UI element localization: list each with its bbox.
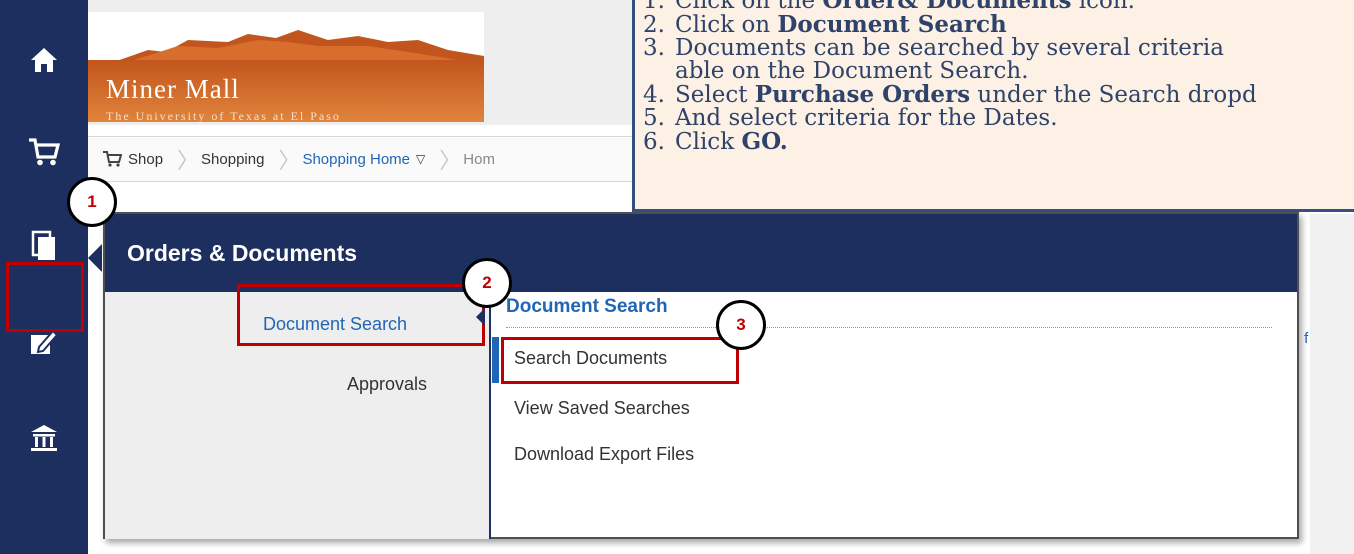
menu-approvals[interactable]: Approvals (347, 374, 427, 395)
breadcrumb-label: Hom (463, 150, 495, 168)
instruction-step: able on the Document Search. (643, 60, 1257, 83)
cart-icon[interactable] (22, 130, 66, 174)
breadcrumb-separator: 〉 (439, 148, 462, 173)
section-divider (506, 327, 1272, 328)
breadcrumb-shopping[interactable]: Shopping (187, 151, 278, 168)
miner-mall-logo[interactable]: Miner Mall The University of Texas at El… (88, 12, 484, 122)
step-number: 6. (643, 129, 665, 155)
section-title: Document Search (506, 296, 668, 317)
breadcrumb-label: Shopping (201, 150, 265, 168)
step-number: 2. (643, 12, 665, 38)
cart-icon (103, 151, 122, 167)
breadcrumb-shopping-home[interactable]: Shopping Home ▽ (288, 151, 439, 168)
step-bold: GO. (741, 128, 788, 155)
breadcrumb-separator: 〉 (177, 148, 200, 173)
active-item-indicator (492, 337, 499, 383)
flyout-pointer (88, 244, 102, 272)
step-number: 3. (643, 35, 665, 61)
breadcrumb-label: Shopping Home (302, 150, 411, 168)
breadcrumb-label: Shop (128, 150, 164, 168)
screenshot-frame: Miner Mall The University of Texas at El… (0, 0, 1354, 554)
breadcrumb-home[interactable]: Hom (449, 151, 509, 168)
logo-title: Miner Mall (106, 74, 240, 104)
documents-icon-highlight (6, 262, 84, 332)
download-export-files-link[interactable]: Download Export Files (514, 444, 694, 465)
step-number: 4. (643, 82, 665, 108)
step-text: And select criteria for the Dates. (675, 105, 1058, 131)
institution-icon[interactable] (22, 416, 66, 460)
step-bold: Purchase Orders (754, 81, 971, 108)
page-background-right (1310, 214, 1354, 554)
instruction-step: 4. Select Purchase Orders under the Searc… (643, 83, 1257, 107)
callout-badge-2: 2 (462, 258, 512, 308)
callout-badge-1: 1 (67, 177, 117, 227)
step-text: icon. (1071, 0, 1135, 14)
logo-subtitle: The University of Texas at El Paso (106, 109, 341, 122)
breadcrumb-shop[interactable]: Shop (88, 150, 177, 168)
view-saved-searches-link[interactable]: View Saved Searches (514, 398, 690, 419)
step-bold: Document Search (777, 11, 1007, 38)
instruction-step: 5. And select criteria for the Dates. (643, 107, 1257, 130)
caret-down-icon: ▽ (416, 152, 426, 166)
breadcrumb: Shop 〉 Shopping 〉 Shopping Home ▽ 〉 Hom (88, 136, 648, 182)
active-menu-arrow (476, 308, 485, 326)
instruction-box: 1. Click on the Order& Documents icon. 2.… (632, 0, 1354, 212)
step-number: 5. (643, 105, 665, 131)
home-icon[interactable] (22, 38, 66, 82)
callout-badge-3: 3 (716, 300, 766, 350)
instruction-step: 6. Click GO. (643, 130, 1257, 154)
instruction-step: 3. Documents can be searched by several c… (643, 37, 1257, 60)
search-documents-highlight (501, 337, 739, 384)
instruction-list: 1. Click on the Order& Documents icon. 2.… (643, 0, 1257, 154)
flyout-title: Orders & Documents (105, 214, 1297, 292)
breadcrumb-separator: 〉 (278, 148, 301, 173)
step-text: Click (675, 129, 742, 155)
document-search-highlight (237, 284, 485, 346)
instruction-step: 2. Click on Document Search (643, 13, 1257, 37)
